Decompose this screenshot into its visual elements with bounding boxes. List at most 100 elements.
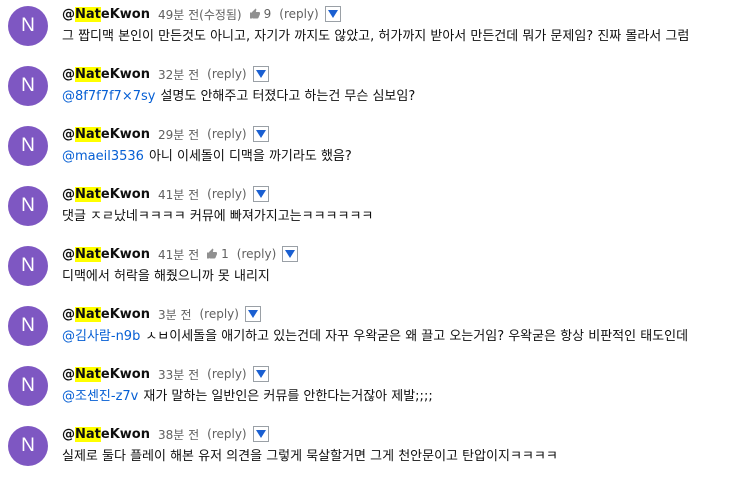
dropdown-arrow-icon xyxy=(247,310,258,318)
comment-header: @NateKwon 41분 전 1 (reply) xyxy=(62,244,299,264)
reply-link[interactable]: (reply) xyxy=(237,247,276,261)
comment-text: ㅅㅂ이세돌을 애기하고 있는건데 자꾸 우왁굳은 왜 끌고 오는거임? 우왁굳은… xyxy=(145,329,689,344)
comment-body: @조센진-z7v 재가 말하는 일반인은 커뮤를 안한다는거잖아 제발;;;; xyxy=(62,387,433,407)
reply-link[interactable]: (reply) xyxy=(279,7,318,21)
avatar[interactable]: N xyxy=(8,426,48,466)
like-count[interactable]: 1 xyxy=(206,247,229,261)
author-suffix: eKwon xyxy=(100,426,150,442)
comment-header: @NateKwon 33분 전 (reply) xyxy=(62,364,269,384)
author-highlight: Nat xyxy=(75,66,101,82)
author-name[interactable]: @NateKwon xyxy=(62,246,150,262)
reply-link[interactable]: (reply) xyxy=(207,127,246,141)
comment-body: 그 짭디맥 본인이 만든것도 아니고, 자기가 까지도 않았고, 허가까지 받아… xyxy=(62,27,689,47)
author-suffix: eKwon xyxy=(100,366,150,382)
comment-text: 설명도 안해주고 터졌다고 하는건 무슨 심보임? xyxy=(160,89,416,104)
author-name[interactable]: @NateKwon xyxy=(62,306,150,322)
timestamp[interactable]: 41분 전 xyxy=(158,246,199,263)
author-name[interactable]: @NateKwon xyxy=(62,6,150,22)
reply-link[interactable]: (reply) xyxy=(207,67,246,81)
mention-link[interactable]: @maeil3536 xyxy=(62,149,144,164)
dropdown-button[interactable] xyxy=(252,126,269,142)
timestamp[interactable]: 33분 전 xyxy=(158,366,199,383)
dropdown-arrow-icon xyxy=(255,130,266,138)
comment-list: N @NateKwon 49분 전(수정됨) 9 (reply) 그 짭디맥 본… xyxy=(0,0,731,478)
avatar[interactable]: N xyxy=(8,246,48,286)
comment-header: @NateKwon 32분 전 (reply) xyxy=(62,64,269,84)
author-highlight: Nat xyxy=(75,126,101,142)
author-prefix: @ xyxy=(62,366,75,382)
avatar[interactable]: N xyxy=(8,306,48,346)
dropdown-button[interactable] xyxy=(244,306,261,322)
comment-body: @8f7f7f7×7sy 설명도 안해주고 터졌다고 하는건 무슨 심보임? xyxy=(62,87,415,107)
comment-text: 재가 말하는 일반인은 커뮤를 안한다는거잖아 제발;;;; xyxy=(143,389,433,404)
dropdown-arrow-icon xyxy=(255,70,266,78)
dropdown-button[interactable] xyxy=(324,6,341,22)
avatar[interactable]: N xyxy=(8,6,48,46)
thumb-up-icon xyxy=(249,8,260,19)
mention-link[interactable]: @김사람-n9b xyxy=(62,329,140,344)
comment: N @NateKwon 29분 전 (reply) @maeil3536 아니 이… xyxy=(0,120,731,176)
reply-link[interactable]: (reply) xyxy=(207,187,246,201)
author-name[interactable]: @NateKwon xyxy=(62,366,150,382)
comment-body: 댓글 ㅈㄹ났네ㅋㅋㅋㅋ 커뮤에 빠져가지고는ㅋㅋㅋㅋㅋㅋ xyxy=(62,207,373,227)
author-name[interactable]: @NateKwon xyxy=(62,186,150,202)
avatar[interactable]: N xyxy=(8,126,48,166)
avatar[interactable]: N xyxy=(8,366,48,406)
avatar[interactable]: N xyxy=(8,186,48,226)
comment-header: @NateKwon 38분 전 (reply) xyxy=(62,424,269,444)
thumb-up-icon xyxy=(207,248,218,259)
reply-link[interactable]: (reply) xyxy=(207,427,246,441)
dropdown-arrow-icon xyxy=(255,430,266,438)
avatar[interactable]: N xyxy=(8,66,48,106)
dropdown-arrow-icon xyxy=(285,250,296,258)
timestamp[interactable]: 32분 전 xyxy=(158,66,199,83)
mention-link[interactable]: @조센진-z7v xyxy=(62,389,138,404)
like-count[interactable]: 9 xyxy=(249,7,271,21)
timestamp[interactable]: 3분 전 xyxy=(158,306,192,323)
dropdown-button[interactable] xyxy=(252,426,269,442)
dropdown-arrow-icon xyxy=(255,190,266,198)
author-highlight: Nat xyxy=(75,306,101,322)
author-prefix: @ xyxy=(62,426,75,442)
comment-header: @NateKwon 29분 전 (reply) xyxy=(62,124,269,144)
dropdown-button[interactable] xyxy=(252,366,269,382)
comment-text: 댓글 ㅈㄹ났네ㅋㅋㅋㅋ 커뮤에 빠져가지고는ㅋㅋㅋㅋㅋㅋ xyxy=(62,209,374,224)
comment-header: @NateKwon 3분 전 (reply) xyxy=(62,304,261,324)
dropdown-button[interactable] xyxy=(252,186,269,202)
author-name[interactable]: @NateKwon xyxy=(62,126,150,142)
author-suffix: eKwon xyxy=(100,126,150,142)
author-prefix: @ xyxy=(62,126,75,142)
comment: N @NateKwon 32분 전 (reply) @8f7f7f7×7sy 설명… xyxy=(0,60,731,116)
author-name[interactable]: @NateKwon xyxy=(62,426,150,442)
comment-body: @김사람-n9b ㅅㅂ이세돌을 애기하고 있는건데 자꾸 우왁굳은 왜 끌고 오는… xyxy=(62,327,688,347)
comment-header: @NateKwon 49분 전(수정됨) 9 (reply) xyxy=(62,4,341,24)
comment: N @NateKwon 3분 전 (reply) @김사람-n9b ㅅㅂ이세돌을 … xyxy=(0,300,731,356)
comment-text: 디맥에서 허락을 해줬으니까 못 내리지 xyxy=(62,269,270,284)
comment: N @NateKwon 41분 전 1 (reply) 디맥에서 허락을 해줬으… xyxy=(0,240,731,296)
comment-text: 실제로 둘다 플레이 해본 유저 의견을 그렇게 묵살할거면 그게 천안문이고 … xyxy=(62,449,558,464)
author-highlight: Nat xyxy=(75,246,101,262)
reply-link[interactable]: (reply) xyxy=(200,307,239,321)
timestamp[interactable]: 29분 전 xyxy=(158,126,199,143)
dropdown-button[interactable] xyxy=(252,66,269,82)
author-prefix: @ xyxy=(62,6,75,22)
author-highlight: Nat xyxy=(75,426,101,442)
comment-body: @maeil3536 아니 이세돌이 디맥을 까기라도 했음? xyxy=(62,147,352,167)
comment: N @NateKwon 49분 전(수정됨) 9 (reply) 그 짭디맥 본… xyxy=(0,0,731,56)
timestamp[interactable]: 41분 전 xyxy=(158,186,199,203)
like-count-text: 1 xyxy=(221,247,229,261)
comment-header: @NateKwon 41분 전 (reply) xyxy=(62,184,269,204)
author-prefix: @ xyxy=(62,306,75,322)
timestamp[interactable]: 49분 전(수정됨) xyxy=(158,6,242,23)
author-suffix: eKwon xyxy=(100,6,150,22)
mention-link[interactable]: @8f7f7f7×7sy xyxy=(62,89,155,104)
author-name[interactable]: @NateKwon xyxy=(62,66,150,82)
dropdown-arrow-icon xyxy=(255,370,266,378)
timestamp[interactable]: 38분 전 xyxy=(158,426,199,443)
reply-link[interactable]: (reply) xyxy=(207,367,246,381)
dropdown-button[interactable] xyxy=(282,246,299,262)
author-suffix: eKwon xyxy=(100,186,150,202)
author-suffix: eKwon xyxy=(100,246,150,262)
comment: N @NateKwon 41분 전 (reply) 댓글 ㅈㄹ났네ㅋㅋㅋㅋ 커뮤… xyxy=(0,180,731,236)
author-highlight: Nat xyxy=(75,6,101,22)
